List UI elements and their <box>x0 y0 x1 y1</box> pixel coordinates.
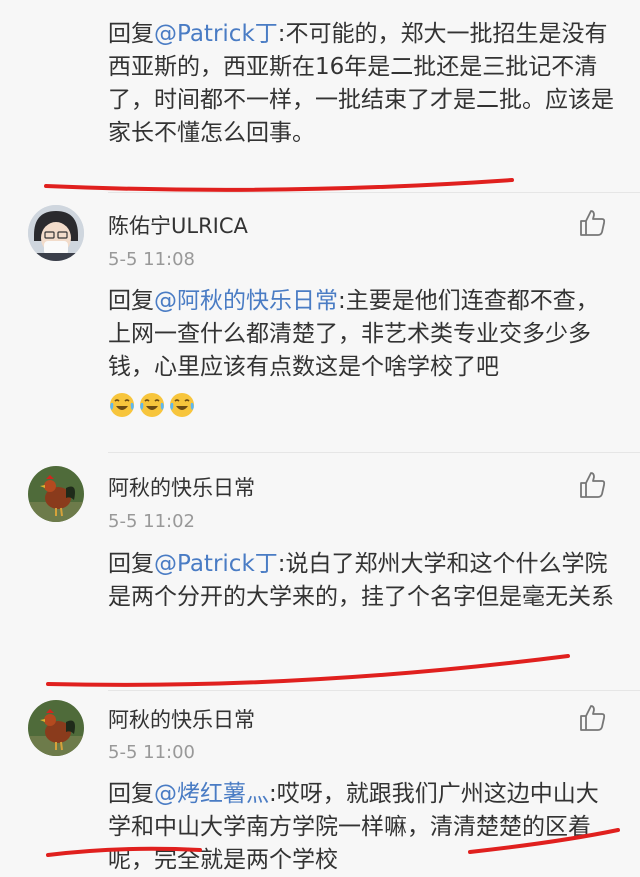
laugh-cry-emoji <box>168 391 196 419</box>
laugh-cry-emoji <box>138 391 166 419</box>
annotation-underline <box>44 178 514 192</box>
reply-prefix: 回复 <box>108 551 154 577</box>
username[interactable]: 阿秋的快乐日常 <box>108 472 255 502</box>
mention-link[interactable]: @阿秋的快乐日常 <box>154 288 338 314</box>
avatar-person-icon <box>28 205 84 261</box>
mention-link[interactable]: @烤红薯灬 <box>154 781 269 807</box>
avatar[interactable] <box>28 466 84 522</box>
comment-text: 回复@Patrick丁:说白了郑州大学和这个什么学院是两个分开的大学来的，挂了个… <box>108 548 618 614</box>
thumbs-up-icon[interactable] <box>577 470 607 500</box>
reply-prefix: 回复 <box>108 781 154 807</box>
divider <box>108 192 640 193</box>
username[interactable]: 陈佑宁ULRICA <box>108 210 248 240</box>
timestamp: 5-5 11:02 <box>108 511 195 532</box>
timestamp: 5-5 11:00 <box>108 742 195 763</box>
avatar[interactable] <box>28 205 84 261</box>
laugh-cry-emoji <box>108 391 136 419</box>
reply-prefix: 回复 <box>108 288 154 314</box>
annotation-underline <box>46 654 570 687</box>
thumbs-up-icon[interactable] <box>577 703 607 733</box>
reply-prefix: 回复 <box>108 21 154 47</box>
rooster-avatar-icon <box>28 466 84 522</box>
comment-text: 回复@阿秋的快乐日常:主要是他们连查都不查，上网一查什么都清楚了，非艺术类专业交… <box>108 285 618 421</box>
divider <box>108 690 640 691</box>
comment-text: 回复@烤红薯灬:哎呀，就跟我们广州这边中山大学和中山大学南方学院一样嘛，清清楚楚… <box>108 778 618 877</box>
username[interactable]: 阿秋的快乐日常 <box>108 704 255 734</box>
mention-link[interactable]: @Patrick丁 <box>154 551 278 577</box>
rooster-avatar-icon <box>28 700 84 756</box>
timestamp: 5-5 11:08 <box>108 249 195 270</box>
thumbs-up-icon[interactable] <box>577 208 607 238</box>
emoji-row <box>108 388 618 421</box>
comment-text: 回复@Patrick丁:不可能的，郑大一批招生是没有西亚斯的，西亚斯在16年是二… <box>108 18 618 150</box>
divider <box>108 452 640 453</box>
mention-link[interactable]: @Patrick丁 <box>154 21 278 47</box>
avatar[interactable] <box>28 700 84 756</box>
